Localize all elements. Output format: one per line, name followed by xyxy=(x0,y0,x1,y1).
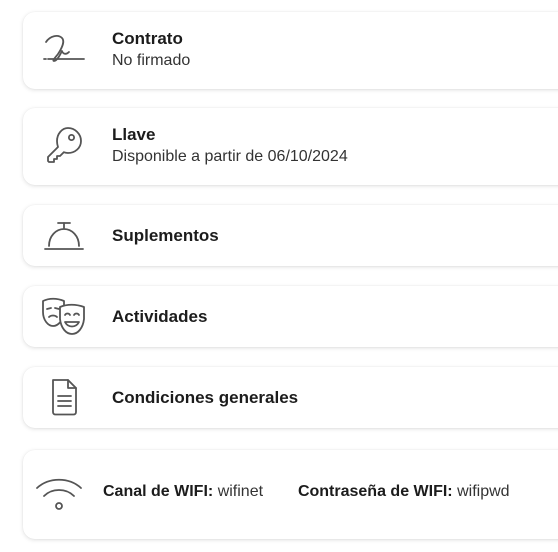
document-icon xyxy=(39,375,89,419)
supplements-title: Suplementos xyxy=(112,226,219,245)
key-card[interactable]: Llave Disponible a partir de 06/10/2024 xyxy=(23,108,558,185)
wifi-channel-value: wifinet xyxy=(217,483,264,500)
supplements-card[interactable]: Suplementos xyxy=(23,205,558,266)
key-icon xyxy=(39,124,89,168)
wifi-channel-label: Canal de WIFI: xyxy=(103,483,214,500)
contract-status: No firmado xyxy=(112,52,191,69)
activities-title: Actividades xyxy=(112,307,208,326)
contract-card[interactable]: Contrato No firmado xyxy=(23,12,558,89)
contract-title: Contrato xyxy=(112,29,183,48)
wifi-card: Canal de WIFI: wifinet Contraseña de WIF… xyxy=(23,450,558,539)
activities-card[interactable]: Actividades xyxy=(23,286,558,347)
key-availability: Disponible a partir de 06/10/2024 xyxy=(112,148,348,165)
wifi-password-value: wifipwd xyxy=(457,483,510,500)
wifi-info: Canal de WIFI: wifinet Contraseña de WIF… xyxy=(103,481,510,503)
conditions-card[interactable]: Condiciones generales xyxy=(23,367,558,428)
signature-icon xyxy=(39,28,89,72)
key-title: Llave xyxy=(112,125,156,144)
wifi-icon xyxy=(34,473,84,517)
conditions-title: Condiciones generales xyxy=(112,388,299,407)
wifi-password-label: Contraseña de WIFI: xyxy=(297,483,453,500)
service-bell-icon xyxy=(39,214,89,258)
theater-masks-icon xyxy=(39,294,89,338)
